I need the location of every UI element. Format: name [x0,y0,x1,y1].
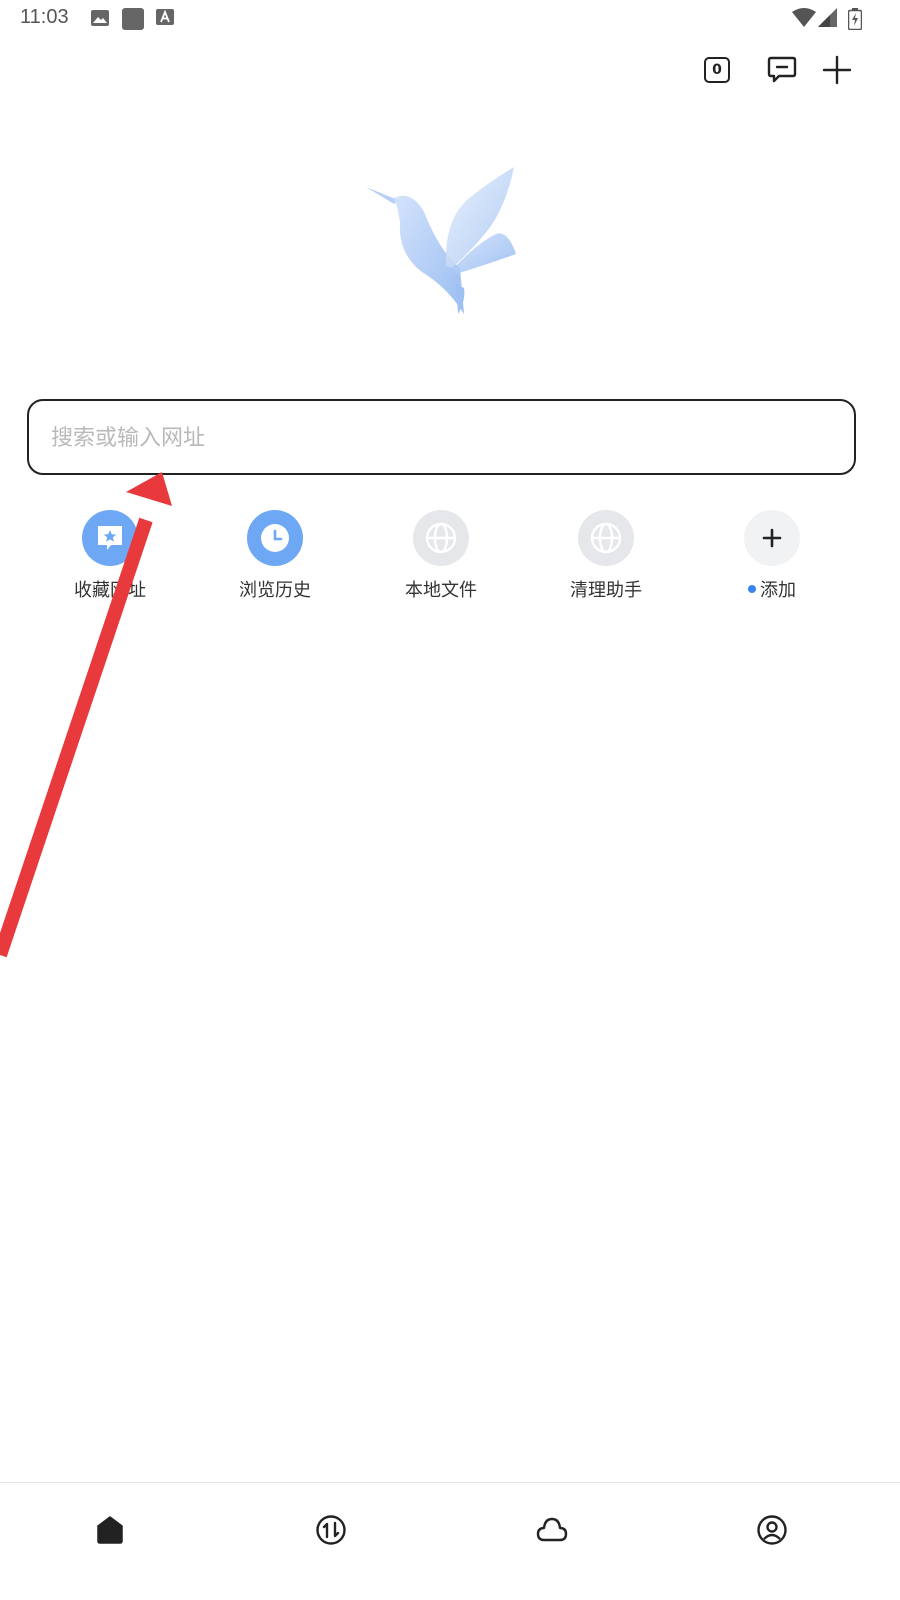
search-input[interactable] [51,419,831,457]
quick-link-label-text: 添加 [760,580,796,601]
message-button[interactable] [762,50,802,90]
nav-profile[interactable] [742,1505,802,1555]
new-tab-button[interactable] [817,50,857,90]
search-bar[interactable] [27,399,856,475]
new-indicator-dot [748,585,756,593]
font-a-icon [156,8,174,30]
message-icon [767,56,797,83]
quick-link-bookmarks[interactable]: 收藏网址 [40,510,180,610]
bottom-nav [0,1482,900,1600]
quick-link-history[interactable]: 浏览历史 [205,510,345,610]
quick-link-label: 添加 [702,576,842,602]
quick-link-add[interactable]: 添加 [702,510,842,610]
quick-link-label: 本地文件 [405,580,477,601]
square-app-icon [122,8,144,34]
quick-link-label: 清理助手 [570,580,642,601]
status-bar: 11:03 [0,0,900,36]
profile-icon [757,1515,787,1545]
hummingbird-logo [360,160,530,325]
transfer-icon [316,1515,346,1545]
clock-icon [247,510,303,566]
signal-icon [818,8,838,32]
plus-icon [822,55,852,85]
wifi-icon [792,8,816,32]
status-time: 11:03 [20,6,69,28]
globe-icon [413,510,469,566]
home-icon [97,1516,123,1544]
globe-icon [578,510,634,566]
quick-link-label: 收藏网址 [74,580,146,601]
quick-link-cleaner[interactable]: 清理助手 [536,510,676,610]
nav-home[interactable] [80,1505,140,1555]
tab-counter-icon: 0 [704,57,730,83]
nav-transfer[interactable] [301,1505,361,1555]
quick-link-label: 浏览历史 [239,580,311,601]
bookmark-star-icon [82,510,138,566]
nav-cloud[interactable] [522,1505,582,1555]
image-icon [90,8,110,32]
battery-charging-icon [847,8,863,34]
plus-icon [744,510,800,566]
quick-link-local-files[interactable]: 本地文件 [371,510,511,610]
tab-counter-button[interactable]: 0 [697,50,737,90]
cloud-icon [536,1517,568,1542]
